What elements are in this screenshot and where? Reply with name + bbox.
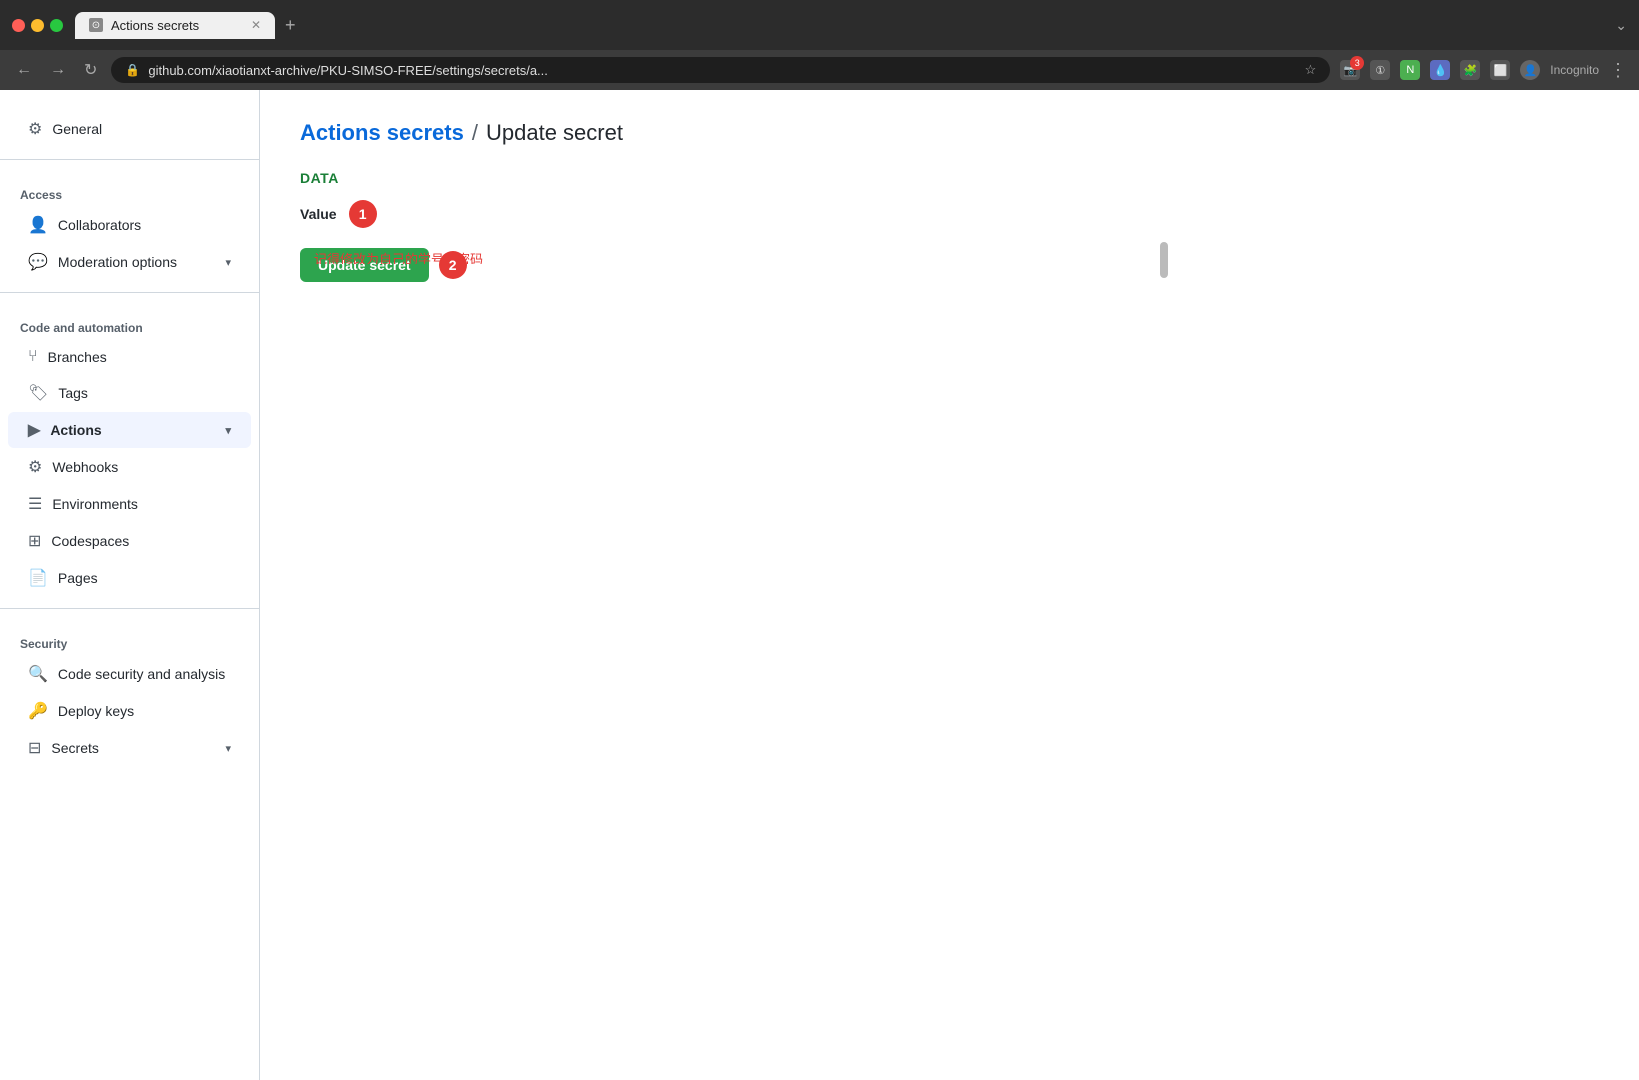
moderation-expand-icon: ▾ <box>225 256 231 269</box>
sidebar-code-security-label: Code security and analysis <box>58 666 225 682</box>
puzzle-ext-icon[interactable]: 🧩 <box>1460 60 1480 80</box>
sidebar-item-branches[interactable]: ⑂ Branches <box>8 340 251 374</box>
sidebar-moderation-label: Moderation options <box>58 254 177 270</box>
sidebar-item-general[interactable]: ⚙ General <box>8 111 251 147</box>
sidebar-item-code-security[interactable]: 🔍 Code security and analysis <box>8 656 251 692</box>
fullscreen-button-tl[interactable] <box>50 19 63 32</box>
sidebar-pages-label: Pages <box>58 570 98 586</box>
sidebar-item-tags[interactable]: 🏷 Tags <box>8 375 251 411</box>
incognito-label: Incognito <box>1550 63 1599 77</box>
main-content: Actions secrets / Update secret DATA Val… <box>260 90 1639 1080</box>
url-bar[interactable]: 🔒 github.com/xiaotianxt-archive/PKU-SIMS… <box>111 57 1330 83</box>
sidebar-item-collaborators[interactable]: 👤 Collaborators <box>8 207 251 243</box>
environment-icon: ☰ <box>28 494 42 514</box>
back-button[interactable]: ← <box>12 59 36 81</box>
drop-ext-icon[interactable]: 💧 <box>1430 60 1450 80</box>
sidebar-general-label: General <box>52 121 102 137</box>
value-label-row: Value 1 <box>300 200 1599 228</box>
breadcrumb-separator: / <box>472 120 478 146</box>
active-tab[interactable]: ⊙ Actions secrets ✕ <box>75 12 275 39</box>
sidebar-branches-label: Branches <box>48 349 107 365</box>
data-section-heading: DATA <box>300 170 1599 186</box>
sidebar-item-deploy-keys[interactable]: 🔑 Deploy keys <box>8 693 251 729</box>
secrets-expand-icon: ▾ <box>225 742 231 755</box>
tag-icon: 🏷 <box>28 383 48 403</box>
breadcrumb-link[interactable]: Actions secrets <box>300 120 464 146</box>
page-layout: ⚙ General Access 👤 Collaborators 💬 Moder… <box>0 90 1639 1080</box>
sidebar-item-moderation[interactable]: 💬 Moderation options ▾ <box>8 244 251 280</box>
address-bar: ← → ↻ 🔒 github.com/xiaotianxt-archive/PK… <box>0 50 1639 90</box>
actions-icon: ▶ <box>28 420 40 440</box>
lock-icon: 🔒 <box>125 63 140 77</box>
secrets-icon: ⊟ <box>28 738 41 758</box>
sidebar-deploy-keys-label: Deploy keys <box>58 703 134 719</box>
webhook-icon: ⚙ <box>28 457 42 477</box>
sidebar-section-security: Security <box>0 621 259 655</box>
tab-close-icon[interactable]: ✕ <box>251 18 261 32</box>
sidebar-item-secrets[interactable]: ⊟ Secrets ▾ <box>8 730 251 766</box>
browser-chrome: ⊙ Actions secrets ✕ + ⌄ <box>0 0 1639 50</box>
sidebar-webhooks-label: Webhooks <box>52 459 118 475</box>
person-icon: 👤 <box>28 215 48 235</box>
tab-favicon: ⊙ <box>89 18 103 32</box>
sidebar-actions-label: Actions <box>50 422 101 438</box>
sidebar-section-access: Access <box>0 172 259 206</box>
sidebar-tags-label: Tags <box>58 385 88 401</box>
new-tab-button[interactable]: + <box>279 15 302 36</box>
branches-icon: ⑂ <box>28 348 38 366</box>
sidebar-item-webhooks[interactable]: ⚙ Webhooks <box>8 449 251 485</box>
sidebar-collaborators-label: Collaborators <box>58 217 141 233</box>
sidebar-item-codespaces[interactable]: ⊞ Codespaces <box>8 523 251 559</box>
sidebar-divider-1 <box>0 159 259 160</box>
tab-bar: ⊙ Actions secrets ✕ + ⌄ <box>75 12 1627 39</box>
url-text: github.com/xiaotianxt-archive/PKU-SIMSO-… <box>148 63 1296 78</box>
sidebar-ext-icon[interactable]: ⬜ <box>1490 60 1510 80</box>
tab-title: Actions secrets <box>111 18 199 33</box>
shield-icon: 🔍 <box>28 664 48 684</box>
n-ext-icon[interactable]: N <box>1400 60 1420 80</box>
key-icon: 🔑 <box>28 701 48 721</box>
gear-icon: ⚙ <box>28 119 42 139</box>
sidebar-item-actions[interactable]: ▶ Actions ▾ <box>8 412 251 448</box>
sidebar-divider-3 <box>0 608 259 609</box>
traffic-lights <box>12 19 63 32</box>
password-ext-icon[interactable]: ① <box>1370 60 1390 80</box>
reload-button[interactable]: ↻ <box>80 58 101 82</box>
breadcrumb: Actions secrets / Update secret <box>300 120 1599 146</box>
sidebar: ⚙ General Access 👤 Collaborators 💬 Moder… <box>0 90 260 1080</box>
value-label: Value <box>300 206 337 222</box>
step-1-number: 1 <box>359 206 367 222</box>
sidebar-item-environments[interactable]: ☰ Environments <box>8 486 251 522</box>
sidebar-secrets-label: Secrets <box>51 740 98 756</box>
sidebar-codespaces-label: Codespaces <box>51 533 129 549</box>
close-button-tl[interactable] <box>12 19 25 32</box>
browser-actions: 📷 3 ① N 💧 🧩 ⬜ 👤 Incognito ⋮ <box>1340 60 1627 81</box>
actions-expand-icon: ▾ <box>225 424 231 437</box>
sidebar-environments-label: Environments <box>52 496 138 512</box>
more-options-icon[interactable]: ⋮ <box>1609 60 1627 81</box>
tab-expand-icon[interactable]: ⌄ <box>1615 17 1627 34</box>
sidebar-item-pages[interactable]: 📄 Pages <box>8 560 251 596</box>
pages-icon: 📄 <box>28 568 48 588</box>
codespaces-icon: ⊞ <box>28 531 41 551</box>
minimize-button-tl[interactable] <box>31 19 44 32</box>
sidebar-section-code: Code and automation <box>0 305 259 339</box>
forward-button[interactable]: → <box>46 59 70 81</box>
avatar-ext-icon[interactable]: 👤 <box>1520 60 1540 80</box>
breadcrumb-current: Update secret <box>486 120 623 146</box>
bookmark-icon[interactable]: ☆ <box>1305 62 1317 78</box>
camera-ext-icon[interactable]: 📷 3 <box>1340 60 1360 80</box>
step-1-badge: 1 <box>349 200 377 228</box>
sidebar-divider-2 <box>0 292 259 293</box>
moderation-icon: 💬 <box>28 252 48 272</box>
